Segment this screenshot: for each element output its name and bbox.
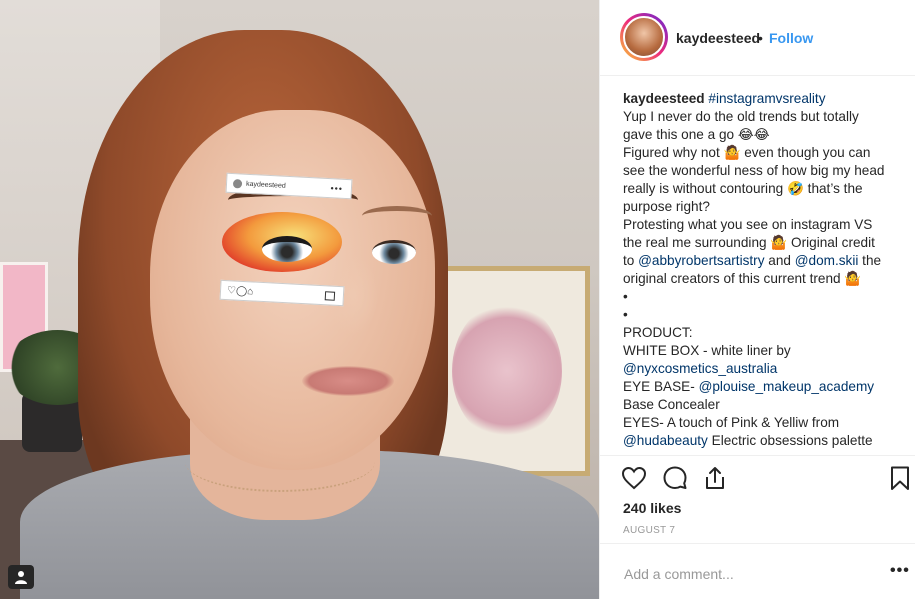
caption-line: Yup I never do the old trends but totall… bbox=[623, 109, 859, 124]
sticker-more-icon: ••• bbox=[330, 183, 344, 194]
caption-bullet: • bbox=[623, 289, 628, 304]
caption-line: EYES- A touch of Pink & Yelliw from bbox=[623, 415, 840, 430]
caption-line: PRODUCT: bbox=[623, 325, 693, 340]
post-header: kaydeesteed • Follow bbox=[600, 0, 915, 76]
caption-first-line: kaydeesteed #instagramvsreality bbox=[623, 90, 905, 108]
caption-bullet: • bbox=[623, 307, 628, 322]
subject-necklace bbox=[185, 432, 375, 492]
caption-eyebase-line: EYE BASE- @plouise_makeup_academy bbox=[623, 378, 905, 396]
avatar[interactable] bbox=[623, 16, 665, 58]
caption-text: the bbox=[858, 253, 882, 268]
sticker-avatar bbox=[232, 178, 243, 189]
caption-text: and bbox=[764, 253, 795, 268]
caption-line: WHITE BOX - white liner by bbox=[623, 343, 791, 358]
caption-text: to bbox=[623, 253, 639, 268]
sticker-action-icons: ♡◯⌂ bbox=[226, 284, 254, 297]
caption: kaydeesteed #instagramvsreality Yup I ne… bbox=[623, 90, 905, 454]
sticker-bookmark-icon bbox=[324, 290, 336, 301]
more-options-icon[interactable]: ••• bbox=[890, 562, 910, 580]
caption-palette-line: @hudabeauty Electric obsessions palette bbox=[623, 432, 905, 450]
user-tag-icon[interactable] bbox=[8, 565, 34, 589]
header-username[interactable]: kaydeesteed bbox=[676, 30, 760, 46]
comment-input[interactable] bbox=[622, 562, 866, 586]
action-bar bbox=[600, 455, 915, 499]
caption-text: EYE BASE- bbox=[623, 379, 699, 394]
person-icon bbox=[15, 571, 27, 584]
follow-button[interactable]: Follow bbox=[769, 30, 813, 46]
post-sidebar: kaydeesteed • Follow kaydeesteed #instag… bbox=[599, 0, 915, 599]
mention-link[interactable]: @plouise_makeup_academy bbox=[699, 379, 875, 394]
comment-bar: ••• bbox=[600, 543, 915, 599]
caption-line: the real me surrounding 🤷 Original credi… bbox=[623, 235, 875, 250]
sticker-username: kaydeesteed bbox=[245, 180, 286, 190]
mention-link[interactable]: @hudabeauty bbox=[623, 433, 708, 448]
story-ring[interactable] bbox=[620, 13, 668, 61]
post-date[interactable]: AUGUST 7 bbox=[623, 525, 675, 536]
caption-line: Figured why not 🤷 even though you can bbox=[623, 145, 871, 160]
caption-line: original creators of this current trend … bbox=[623, 271, 862, 286]
caption-line: really is without contouring 🤣 that’s th… bbox=[623, 181, 863, 196]
comment-icon[interactable] bbox=[661, 464, 689, 492]
caption-line: purpose right? bbox=[623, 199, 710, 214]
subject-lips bbox=[302, 366, 394, 396]
caption-line: gave this one a go 😂😂 bbox=[623, 127, 770, 142]
caption-text: Electric obsessions palette bbox=[707, 433, 873, 448]
caption-credit-line: to @abbyrobertsartistry and @dom.skii th… bbox=[623, 252, 905, 270]
share-icon[interactable] bbox=[701, 464, 729, 492]
background-frame bbox=[425, 266, 590, 476]
caption-hashtag[interactable]: #instagramvsreality bbox=[708, 91, 825, 106]
caption-username[interactable]: kaydeesteed bbox=[623, 91, 705, 106]
caption-line: see the wonderful ness of how big my hea… bbox=[623, 163, 885, 178]
header-separator: • bbox=[758, 30, 763, 46]
mention-link[interactable]: @abbyrobertsartistry bbox=[638, 253, 764, 268]
bookmark-icon[interactable] bbox=[886, 464, 914, 492]
frame-artwork bbox=[452, 301, 562, 441]
right-eye bbox=[372, 240, 416, 264]
heart-icon[interactable] bbox=[620, 464, 648, 492]
caption-line: Protesting what you see on instagram VS bbox=[623, 217, 873, 232]
left-eye bbox=[262, 236, 312, 262]
caption-link-line: @nyxcosmetics_australia bbox=[623, 360, 905, 378]
caption-line: Base Concealer bbox=[623, 397, 720, 412]
mention-link[interactable]: @dom.skii bbox=[795, 253, 859, 268]
right-eyebrow bbox=[362, 206, 432, 226]
mention-link[interactable]: @nyxcosmetics_australia bbox=[623, 361, 777, 376]
likes-count[interactable]: 240 likes bbox=[623, 500, 681, 516]
post-photo[interactable]: kaydeesteed ••• ♡◯⌂ bbox=[0, 0, 599, 599]
